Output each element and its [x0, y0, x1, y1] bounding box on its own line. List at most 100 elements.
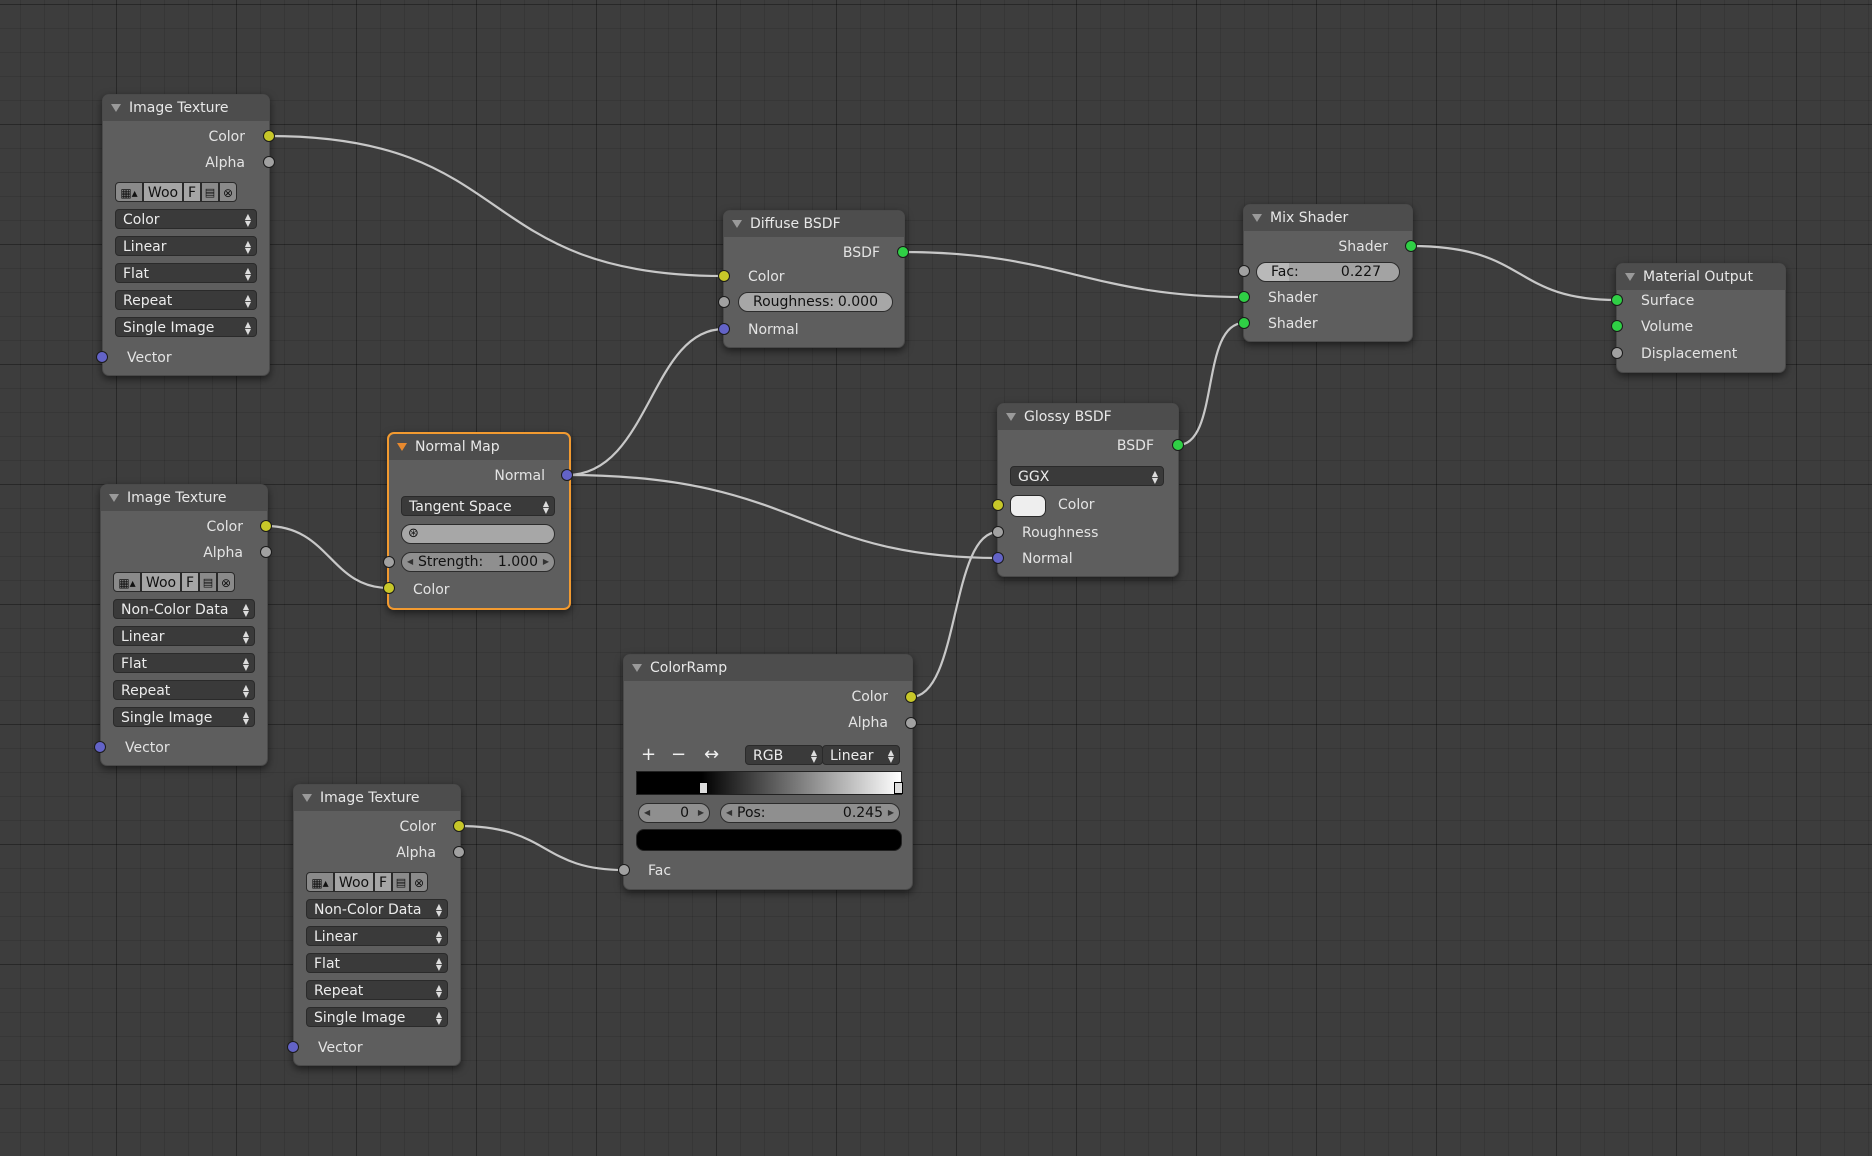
image-browse-icon[interactable]: ▦▴ — [115, 182, 143, 202]
collapse-icon[interactable] — [302, 794, 312, 802]
position-field[interactable]: ◀ Pos: 0.245 ▶ — [720, 803, 900, 823]
image-texture-node-2[interactable]: Image Texture Color Alpha ▦▴ Woo F ▤ ⊗ N… — [100, 484, 268, 766]
glossy-bsdf-output-socket[interactable] — [1172, 439, 1184, 451]
image-selector[interactable]: ▦▴ Woo F ▤ ⊗ — [113, 572, 235, 594]
node-header[interactable]: Normal Map — [389, 434, 569, 460]
glossy-color-input-socket[interactable] — [992, 499, 1004, 511]
image-browse-icon[interactable]: ▦▴ — [113, 572, 141, 592]
extension-dropdown[interactable]: Repeat ▲ ▼ — [306, 980, 448, 1000]
space-dropdown[interactable]: Tangent Space ▲ ▼ — [401, 496, 555, 516]
strength-field[interactable]: ◀ Strength: 1.000 ▶ — [401, 552, 555, 572]
fake-user-button[interactable]: F — [183, 182, 201, 202]
fake-user-button[interactable]: F — [181, 572, 199, 592]
collapse-icon[interactable] — [397, 443, 407, 451]
image-selector[interactable]: ▦▴ Woo F ▤ ⊗ — [115, 182, 237, 204]
color-mode-dropdown[interactable]: RGB ▲ ▼ — [745, 745, 823, 765]
fake-user-button[interactable]: F — [374, 872, 392, 892]
node-header[interactable]: ColorRamp — [624, 655, 912, 681]
node-header[interactable]: Image Texture — [294, 785, 460, 811]
diffuse-color-input-socket[interactable] — [718, 270, 730, 282]
node-header[interactable]: Diffuse BSDF — [724, 211, 904, 237]
normalmap-normal-output-socket[interactable] — [561, 469, 573, 481]
decrement-arrow-icon[interactable]: ◀ — [644, 804, 650, 822]
source-dropdown[interactable]: Single Image ▲ ▼ — [115, 317, 257, 337]
link-ramp-color-glossy-roughness[interactable] — [910, 530, 999, 699]
link-normalmap-normal-glossy-normal[interactable] — [566, 473, 999, 560]
mix-shader2-input-socket[interactable] — [1238, 317, 1250, 329]
img2-alpha-output-socket[interactable] — [260, 546, 272, 558]
material-output-node[interactable]: Material Output Surface Volume Displacem… — [1616, 263, 1786, 373]
node-header[interactable]: Mix Shader — [1244, 205, 1412, 231]
diffuse-normal-input-socket[interactable] — [718, 323, 730, 335]
link-img3-color-ramp-fac[interactable] — [458, 824, 625, 872]
projection-dropdown[interactable]: Flat ▲ ▼ — [113, 653, 255, 673]
projection-dropdown[interactable]: Flat ▲ ▼ — [306, 953, 448, 973]
unlink-icon[interactable]: ⊗ — [219, 182, 237, 202]
link-mix-shader-output-surface[interactable] — [1410, 244, 1618, 302]
collapse-icon[interactable] — [632, 664, 642, 672]
extension-dropdown[interactable]: Repeat ▲ ▼ — [115, 290, 257, 310]
uv-map-field[interactable]: ⊛ — [401, 524, 555, 544]
diffuse-bsdf-output-socket[interactable] — [897, 246, 909, 258]
normal-map-node[interactable]: Normal Map Normal Tangent Space ▲ ▼ ⊛ ◀ St… — [387, 432, 571, 610]
projection-dropdown[interactable]: Flat ▲ ▼ — [115, 263, 257, 283]
collapse-icon[interactable] — [1006, 413, 1016, 421]
diffuse-bsdf-node[interactable]: Diffuse BSDF BSDF Color Roughness: 0.000… — [723, 210, 905, 348]
link-normalmap-normal-diffuse-normal[interactable] — [566, 327, 725, 477]
interpolation-dropdown[interactable]: Linear ▲ ▼ — [115, 236, 257, 256]
ramp-stop-handle-0[interactable] — [699, 782, 708, 794]
decrement-arrow-icon[interactable]: ◀ — [407, 553, 413, 571]
mix-shader-output-socket[interactable] — [1405, 240, 1417, 252]
node-header[interactable]: Glossy BSDF — [998, 404, 1178, 430]
diffuse-roughness-input-socket[interactable] — [718, 296, 730, 308]
source-dropdown[interactable]: Single Image ▲ ▼ — [306, 1007, 448, 1027]
link-diffuse-bsdf-mix-shader1[interactable] — [902, 250, 1245, 299]
ramp-color-output-socket[interactable] — [905, 691, 917, 703]
color-ramp-node[interactable]: ColorRamp Color Alpha + − ↔ RGB ▲ ▼ Linear… — [623, 654, 913, 890]
flip-ramp-button[interactable]: ↔ — [704, 745, 719, 765]
output-surface-input-socket[interactable] — [1611, 294, 1623, 306]
glossy-roughness-input-socket[interactable] — [992, 526, 1004, 538]
decrement-arrow-icon[interactable]: ◀ — [726, 804, 732, 822]
add-stop-button[interactable]: + — [641, 745, 656, 765]
collapse-icon[interactable] — [111, 104, 121, 112]
img1-color-output-socket[interactable] — [263, 130, 275, 142]
increment-arrow-icon[interactable]: ▶ — [888, 804, 894, 822]
open-image-icon[interactable]: ▤ — [392, 872, 410, 892]
glossy-bsdf-node[interactable]: Glossy BSDF BSDF GGX ▲ ▼ Color Roughness N… — [997, 403, 1179, 577]
mix-shader1-input-socket[interactable] — [1238, 291, 1250, 303]
img2-vector-input-socket[interactable] — [94, 741, 106, 753]
color-space-dropdown[interactable]: Non-Color Data ▲ ▼ — [113, 599, 255, 619]
img3-alpha-output-socket[interactable] — [453, 846, 465, 858]
ramp-fac-input-socket[interactable] — [618, 864, 630, 876]
node-header[interactable]: Image Texture — [103, 95, 269, 121]
distribution-dropdown[interactable]: GGX ▲ ▼ — [1010, 466, 1164, 486]
increment-arrow-icon[interactable]: ▶ — [698, 804, 704, 822]
stop-color-swatch[interactable] — [636, 829, 902, 851]
interpolation-dropdown[interactable]: Linear ▲ ▼ — [113, 626, 255, 646]
normalmap-color-input-socket[interactable] — [383, 582, 395, 594]
color-space-dropdown[interactable]: Color ▲ ▼ — [115, 209, 257, 229]
ramp-alpha-output-socket[interactable] — [905, 717, 917, 729]
glossy-normal-input-socket[interactable] — [992, 552, 1004, 564]
collapse-icon[interactable] — [732, 220, 742, 228]
color-swatch[interactable] — [1010, 495, 1046, 517]
link-img1-color-diffuse-color[interactable] — [268, 134, 725, 278]
img3-vector-input-socket[interactable] — [287, 1041, 299, 1053]
image-name[interactable]: Woo — [334, 872, 374, 892]
image-texture-node-3[interactable]: Image Texture Color Alpha ▦▴ Woo F ▤ ⊗ N… — [293, 784, 461, 1066]
color-space-dropdown[interactable]: Non-Color Data ▲ ▼ — [306, 899, 448, 919]
link-img2-color-normalmap-color[interactable] — [265, 524, 390, 590]
increment-arrow-icon[interactable]: ▶ — [543, 553, 549, 571]
fac-field[interactable]: Fac: 0.227 — [1256, 262, 1400, 282]
img1-vector-input-socket[interactable] — [96, 351, 108, 363]
output-displacement-input-socket[interactable] — [1611, 347, 1623, 359]
roughness-field[interactable]: Roughness: 0.000 — [738, 292, 893, 312]
unlink-icon[interactable]: ⊗ — [217, 572, 235, 592]
image-name[interactable]: Woo — [141, 572, 181, 592]
color-ramp-gradient[interactable] — [636, 771, 903, 795]
open-image-icon[interactable]: ▤ — [201, 182, 219, 202]
image-browse-icon[interactable]: ▦▴ — [306, 872, 334, 892]
mix-fac-input-socket[interactable] — [1238, 265, 1250, 277]
collapse-icon[interactable] — [109, 494, 119, 502]
